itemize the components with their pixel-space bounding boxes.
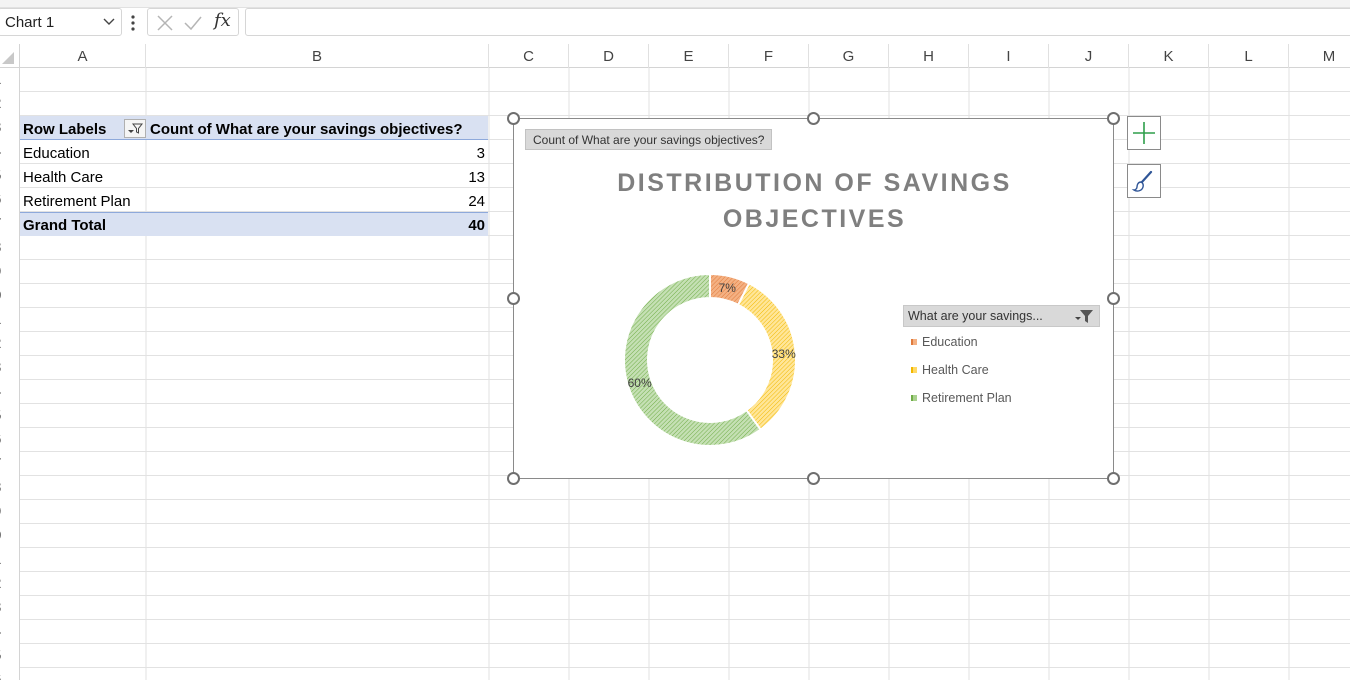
row-header-14[interactable]: 4 [0, 380, 20, 404]
row-header-8[interactable]: 8 [0, 236, 20, 260]
legend-swatch [911, 367, 917, 373]
row-header-17[interactable]: 7 [0, 452, 20, 476]
column-header-j[interactable]: J [1049, 44, 1129, 68]
column-header-l[interactable]: L [1209, 44, 1289, 68]
row-header-6[interactable]: 6 [0, 188, 20, 212]
pivot-row-value[interactable]: 13 [150, 165, 485, 189]
formula-bar: Chart 1 fx [0, 8, 1350, 44]
legend-label: Education [922, 335, 978, 349]
chart-title-line-1: DISTRIBUTION OF SAVINGS [617, 169, 1012, 197]
resize-handle-bottom-left[interactable] [507, 472, 520, 485]
column-header-f[interactable]: F [729, 44, 809, 68]
pivot-grand-total-value[interactable]: 40 [150, 213, 485, 237]
more-options-icon[interactable] [128, 12, 138, 34]
column-header-k[interactable]: K [1129, 44, 1209, 68]
resize-handle-bottom-right[interactable] [1107, 472, 1120, 485]
resize-handle-top-right[interactable] [1107, 112, 1120, 125]
row-header-12[interactable]: 2 [0, 332, 20, 356]
row-header-20[interactable]: 0 [0, 524, 20, 548]
ribbon-edge [0, 0, 1350, 8]
pivot-grand-total-label[interactable]: Grand Total [23, 213, 106, 237]
pivot-row-label[interactable]: Health Care [23, 165, 103, 189]
column-header-m[interactable]: M [1289, 44, 1350, 68]
resize-handle-top[interactable] [807, 112, 820, 125]
data-label[interactable]: 7% [719, 281, 737, 295]
row-header-26[interactable]: 6 [0, 668, 20, 680]
pivot-chart[interactable]: Count of What are your savings objective… [513, 118, 1114, 479]
pivot-row-labels-header[interactable]: Row Labels [23, 117, 106, 141]
pivot-row-label[interactable]: Education [23, 141, 90, 165]
row-header-11[interactable]: 1 [0, 308, 20, 332]
pivot-value-header[interactable]: Count of What are your savings objective… [150, 117, 463, 141]
row-header-9[interactable]: 9 [0, 260, 20, 284]
row-header-2[interactable]: 2 [0, 92, 20, 116]
select-all-corner[interactable] [0, 44, 20, 68]
pivot-row-value[interactable]: 24 [150, 189, 485, 213]
pivot-row-value[interactable]: 3 [150, 141, 485, 165]
row-header-24[interactable]: 4 [0, 620, 20, 644]
legend-label: Health Care [922, 363, 989, 377]
row-header-7[interactable]: 7 [0, 212, 20, 236]
column-header-g[interactable]: G [809, 44, 889, 68]
filter-dropdown-icon[interactable] [1073, 308, 1095, 325]
row-header-3[interactable]: 3 [0, 116, 20, 140]
legend-field-label: What are your savings... [908, 309, 1043, 323]
legend-label: Retirement Plan [922, 391, 1012, 405]
row-header-23[interactable]: 3 [0, 596, 20, 620]
insert-function-icon[interactable]: fx [214, 10, 231, 31]
chart-title-line-2: OBJECTIVES [722, 205, 907, 233]
name-box[interactable]: Chart 1 [0, 8, 122, 36]
cancel-icon[interactable] [156, 14, 174, 32]
column-header-i[interactable]: I [969, 44, 1049, 68]
row-header-18[interactable]: 8 [0, 476, 20, 500]
chevron-down-icon[interactable] [103, 15, 115, 27]
formula-buttons: fx [147, 8, 239, 36]
row-header-22[interactable]: 2 [0, 572, 20, 596]
chart-title[interactable]: DISTRIBUTION OF SAVINGS OBJECTIVES [514, 165, 1115, 237]
column-header-h[interactable]: H [889, 44, 969, 68]
row-headers: 12345678901234567890123456 [0, 68, 20, 680]
check-icon[interactable] [184, 14, 202, 32]
row-header-25[interactable]: 5 [0, 644, 20, 668]
donut-chart[interactable]: 7% 33% 60% [610, 260, 810, 460]
name-box-value: Chart 1 [5, 14, 55, 31]
column-headers: ABCDEFGHIJKLM [0, 44, 1350, 68]
column-header-d[interactable]: D [569, 44, 649, 68]
row-header-16[interactable]: 6 [0, 428, 20, 452]
data-label[interactable]: 60% [628, 376, 652, 390]
row-header-5[interactable]: 5 [0, 164, 20, 188]
column-header-e[interactable]: E [649, 44, 729, 68]
value-field-button[interactable]: Count of What are your savings objective… [525, 129, 773, 150]
column-header-a[interactable]: A [20, 44, 146, 68]
row-header-4[interactable]: 4 [0, 140, 20, 164]
column-header-c[interactable]: C [489, 44, 569, 68]
formula-input[interactable] [245, 8, 1350, 36]
plus-icon [1133, 122, 1155, 144]
resize-handle-left[interactable] [507, 292, 520, 305]
chart-styles-button[interactable] [1127, 164, 1161, 198]
filter-dropdown-icon [128, 123, 144, 134]
legend-swatch [911, 395, 917, 401]
legend-field-button[interactable]: What are your savings... [903, 305, 1100, 327]
column-header-b[interactable]: B [146, 44, 489, 68]
chart-elements-button[interactable] [1127, 116, 1161, 150]
resize-handle-right[interactable] [1107, 292, 1120, 305]
paintbrush-icon [1131, 170, 1153, 192]
row-header-15[interactable]: 5 [0, 404, 20, 428]
row-header-19[interactable]: 9 [0, 500, 20, 524]
row-header-1[interactable]: 1 [0, 68, 20, 92]
legend-item-education[interactable]: Education [911, 333, 978, 351]
row-header-21[interactable]: 1 [0, 548, 20, 572]
resize-handle-top-left[interactable] [507, 112, 520, 125]
legend-item-retirement-plan[interactable]: Retirement Plan [911, 389, 1012, 407]
data-label[interactable]: 33% [772, 347, 796, 361]
pivot-row-label[interactable]: Retirement Plan [23, 189, 131, 213]
row-header-13[interactable]: 3 [0, 356, 20, 380]
legend-swatch [911, 339, 917, 345]
row-labels-filter-button[interactable] [124, 119, 146, 138]
legend-item-health-care[interactable]: Health Care [911, 361, 989, 379]
row-header-10[interactable]: 0 [0, 284, 20, 308]
resize-handle-bottom[interactable] [807, 472, 820, 485]
